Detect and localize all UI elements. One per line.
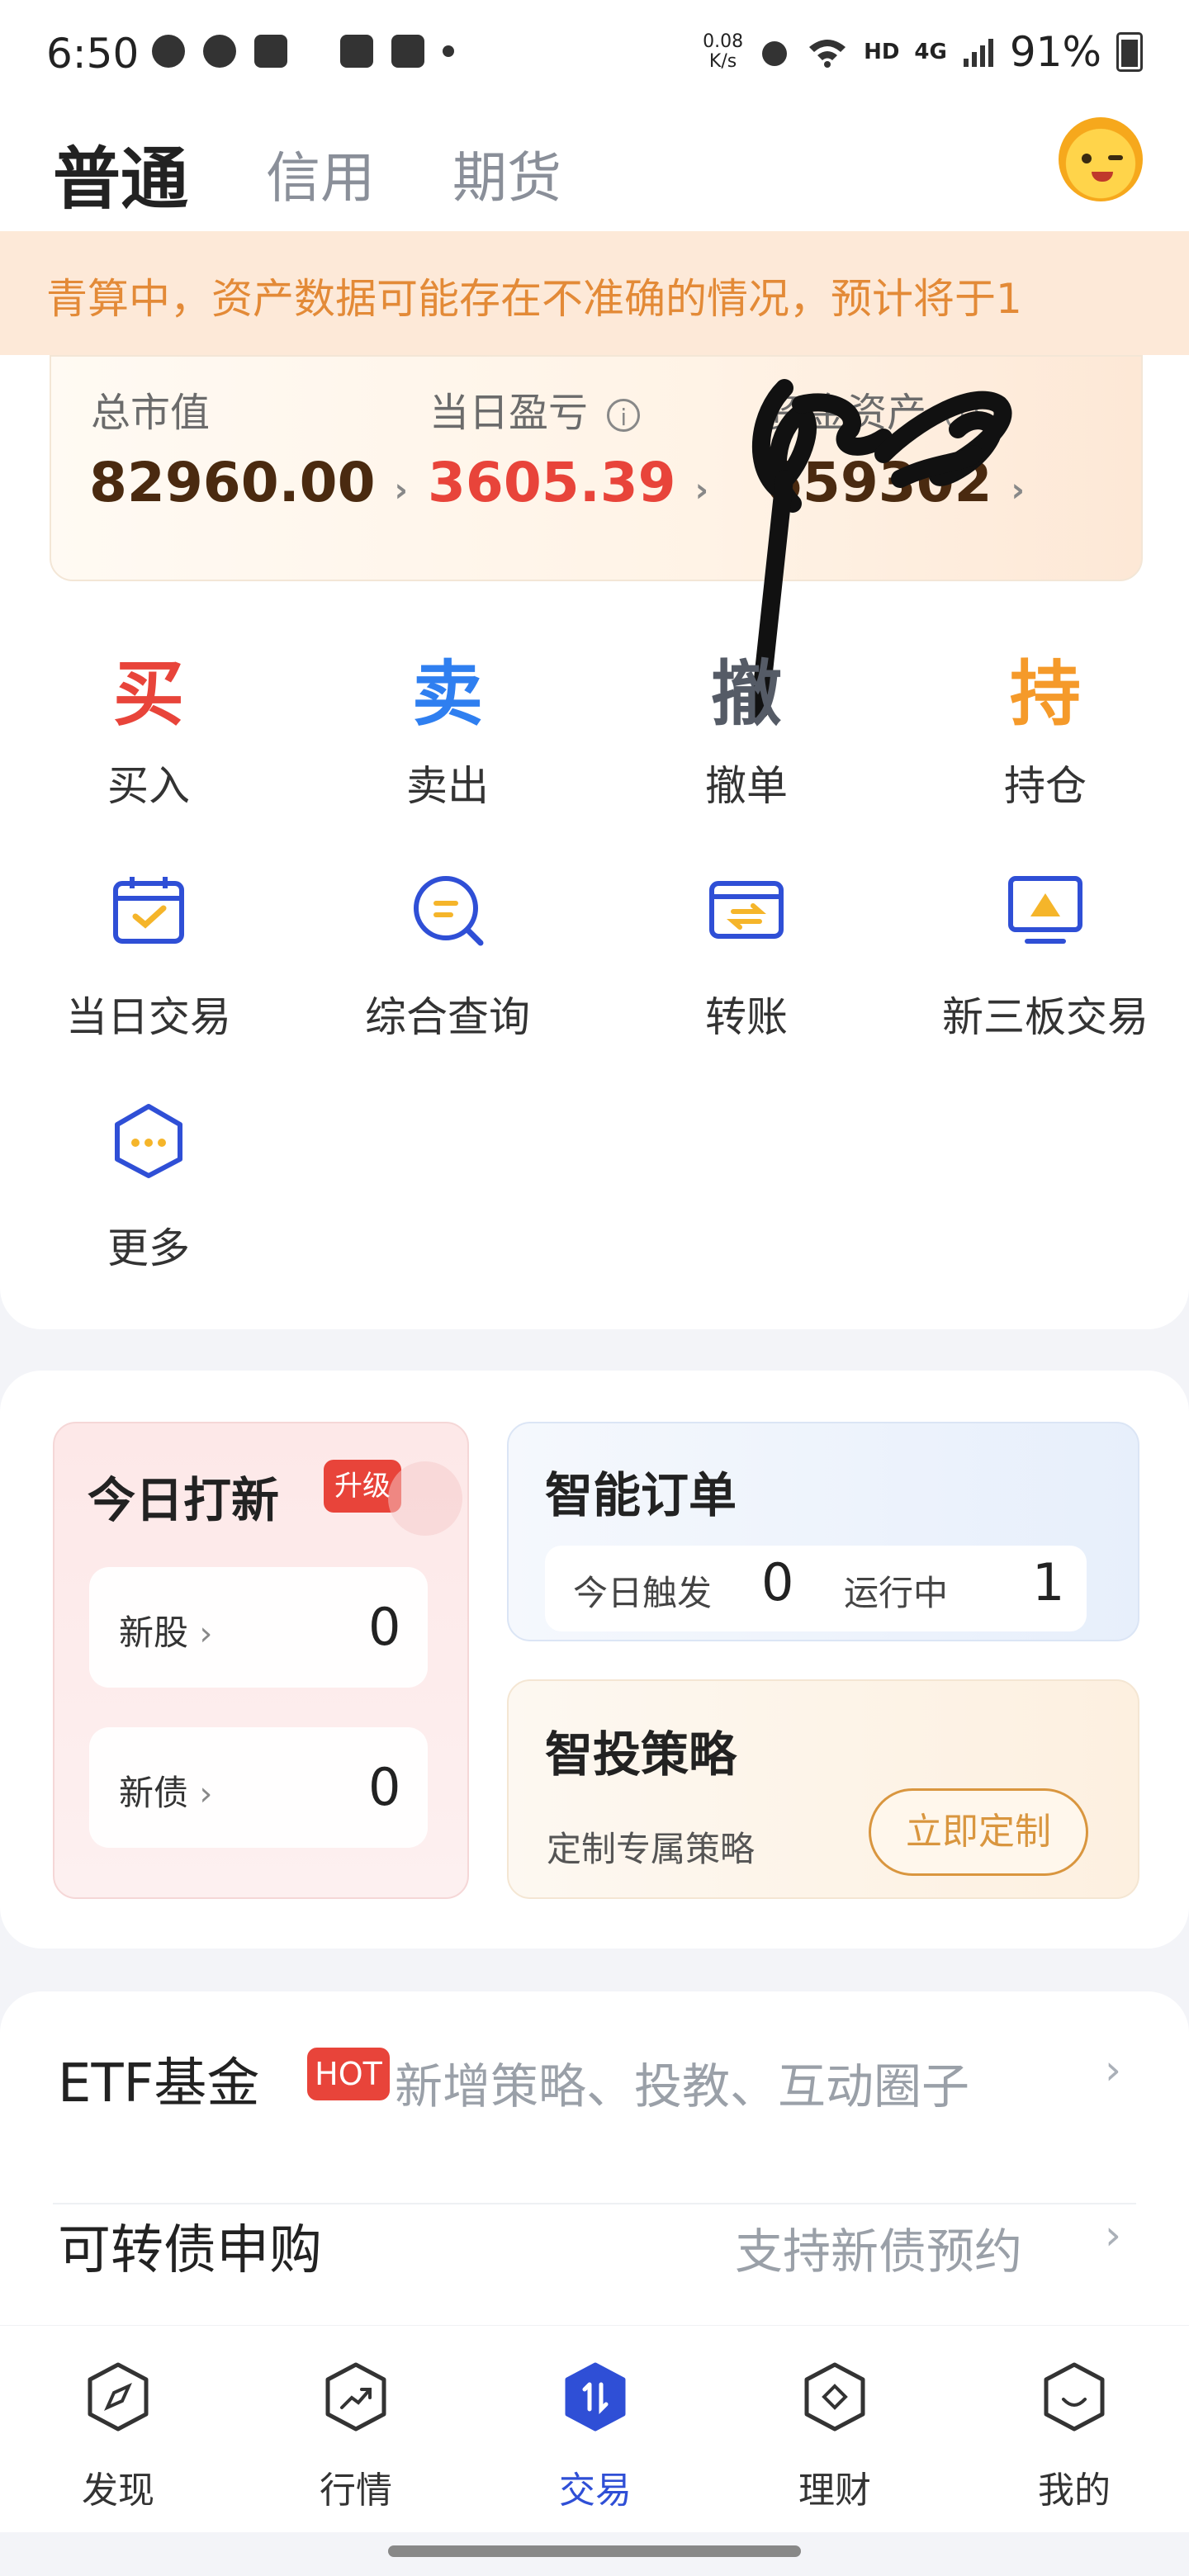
new-bond-count: 0 <box>368 1757 401 1817</box>
transfer-card-icon[interactable] <box>707 870 786 949</box>
strategy-subtitle: 定制专属策略 <box>547 1829 756 1869</box>
calendar-check-icon[interactable] <box>109 870 188 949</box>
signal-type: 4G <box>914 40 947 64</box>
strategy-title: 智投策略 <box>545 1726 737 1783</box>
new-bond-label: 新债 › <box>119 1765 212 1816</box>
nav-mine[interactable]: 我的 <box>992 2460 1157 2513</box>
chevron-right-icon[interactable]: › <box>1105 2046 1121 2094</box>
new-stock-label-text: 新股 <box>119 1612 189 1653</box>
triggered-count: 0 <box>761 1552 794 1612</box>
daily-pnl-number: 3605.39 <box>428 451 676 514</box>
s-app-icon <box>254 35 287 68</box>
avatar-eye <box>1082 154 1092 163</box>
tab-futures[interactable]: 期货 <box>452 134 561 213</box>
positions-label[interactable]: 持仓 <box>921 753 1169 812</box>
tab-credit[interactable]: 信用 <box>266 134 375 213</box>
trade-hexagon-icon[interactable] <box>563 2361 628 2432</box>
chat-bubble-icon <box>152 35 185 68</box>
new-bond-label-text: 新债 <box>119 1773 189 1813</box>
smile-hexagon-icon[interactable] <box>1042 2361 1106 2432</box>
running-label: 运行中 <box>844 1573 949 1613</box>
battery-percent: 91% <box>1009 28 1101 76</box>
avatar[interactable] <box>1059 117 1143 201</box>
battery-icon <box>1116 32 1143 72</box>
avatar-wink <box>1108 155 1123 160</box>
nav-market[interactable]: 行情 <box>273 2460 438 2513</box>
chevron-right-icon: › <box>694 471 709 509</box>
alarm-icon <box>762 41 788 66</box>
daily-pnl[interactable]: 3605.39 › <box>428 451 708 514</box>
network-type: HD <box>864 40 900 64</box>
chevron-right-icon: › <box>199 1615 213 1653</box>
sell-glyph-icon: 卖 <box>412 653 483 736</box>
trend-hexagon-icon[interactable] <box>324 2361 388 2432</box>
image-icon <box>340 35 373 68</box>
compass-hexagon-icon[interactable] <box>86 2361 150 2432</box>
sell-label[interactable]: 卖出 <box>324 753 571 812</box>
nav-trade[interactable]: 交易 <box>513 2460 678 2513</box>
daily-pnl-label-text: 当日盈亏 <box>429 390 589 436</box>
notification-icons <box>152 35 454 68</box>
status-time: 6:50 <box>46 30 140 78</box>
wechat-icon <box>203 35 236 68</box>
cancel-order-label[interactable]: 撤单 <box>623 753 870 812</box>
new-stock-label: 新股 › <box>119 1605 212 1655</box>
transfer-label[interactable]: 转账 <box>623 984 870 1044</box>
decor-circle-icon <box>388 1461 462 1536</box>
positions-action[interactable]: 持 <box>921 636 1169 739</box>
net-speed: 0.08 K/s <box>703 32 743 72</box>
query-label[interactable]: 综合查询 <box>324 984 571 1044</box>
sell-action[interactable]: 卖 <box>324 636 571 739</box>
customize-now-button[interactable]: 立即定制 <box>869 1788 1088 1876</box>
more-hexagon-icon[interactable] <box>109 1101 188 1181</box>
buy-label[interactable]: 买入 <box>25 753 272 812</box>
etf-fund-subtitle[interactable]: 新增策略、投教、互动圈子 <box>395 2048 969 2117</box>
total-market-value[interactable]: 82960.00 › <box>89 451 408 514</box>
avatar-mouth <box>1092 172 1113 182</box>
total-market-value-label: 总市值 <box>91 390 211 436</box>
dot-icon <box>443 45 454 57</box>
more-label[interactable]: 更多 <box>25 1215 272 1275</box>
nav-wealth[interactable]: 理财 <box>752 2460 917 2513</box>
buy-action[interactable]: 买 <box>25 636 272 739</box>
total-market-value-number: 82960.00 <box>89 451 376 514</box>
convertible-bond-title[interactable]: 可转债申购 <box>58 2208 322 2284</box>
chevron-right-icon: › <box>199 1775 213 1813</box>
positions-glyph-icon: 持 <box>1010 653 1081 736</box>
net-speed-value: 0.08 <box>703 31 744 52</box>
cancel-glyph-icon: 撤 <box>711 653 782 736</box>
divider <box>53 2203 1136 2204</box>
checkbox-icon <box>391 35 424 68</box>
signal-icon <box>963 39 993 67</box>
neeq-trade-label[interactable]: 新三板交易 <box>921 984 1169 1044</box>
status-right: 0.08 K/s HD 4G 91% <box>703 28 1143 76</box>
nav-discover[interactable]: 发现 <box>36 2460 201 2513</box>
convertible-bond-subtitle[interactable]: 支持新债预约 <box>735 2213 1022 2282</box>
net-speed-unit: K/s <box>708 51 737 72</box>
home-indicator[interactable] <box>388 2545 801 2557</box>
etf-fund-title[interactable]: ETF基金 <box>58 2041 259 2117</box>
daily-trades-label[interactable]: 当日交易 <box>25 984 272 1044</box>
triggered-label: 今日触发 <box>573 1573 713 1613</box>
smart-order-title: 智能订单 <box>545 1467 737 1523</box>
chevron-right-icon[interactable]: › <box>1105 2211 1121 2259</box>
diamond-hexagon-icon[interactable] <box>803 2361 867 2432</box>
monitor-chart-icon[interactable] <box>1006 870 1085 949</box>
running-count: 1 <box>1032 1552 1065 1612</box>
buy-glyph-icon: 买 <box>113 653 184 736</box>
notice-text: 青算中，资产数据可能存在不准确的情况，预计将于1 <box>46 275 1022 323</box>
search-query-icon[interactable] <box>408 870 487 949</box>
new-stock-count: 0 <box>368 1597 401 1657</box>
cancel-order-action[interactable]: 撤 <box>623 636 870 739</box>
info-icon[interactable]: i <box>607 399 641 432</box>
ipo-title: 今日打新 <box>88 1472 280 1528</box>
tab-normal[interactable]: 普通 <box>53 124 188 222</box>
chevron-right-icon: › <box>394 471 409 509</box>
wifi-icon <box>809 40 846 68</box>
daily-pnl-label: 当日盈亏 i <box>429 380 641 438</box>
hot-badge: HOT <box>307 2048 390 2100</box>
